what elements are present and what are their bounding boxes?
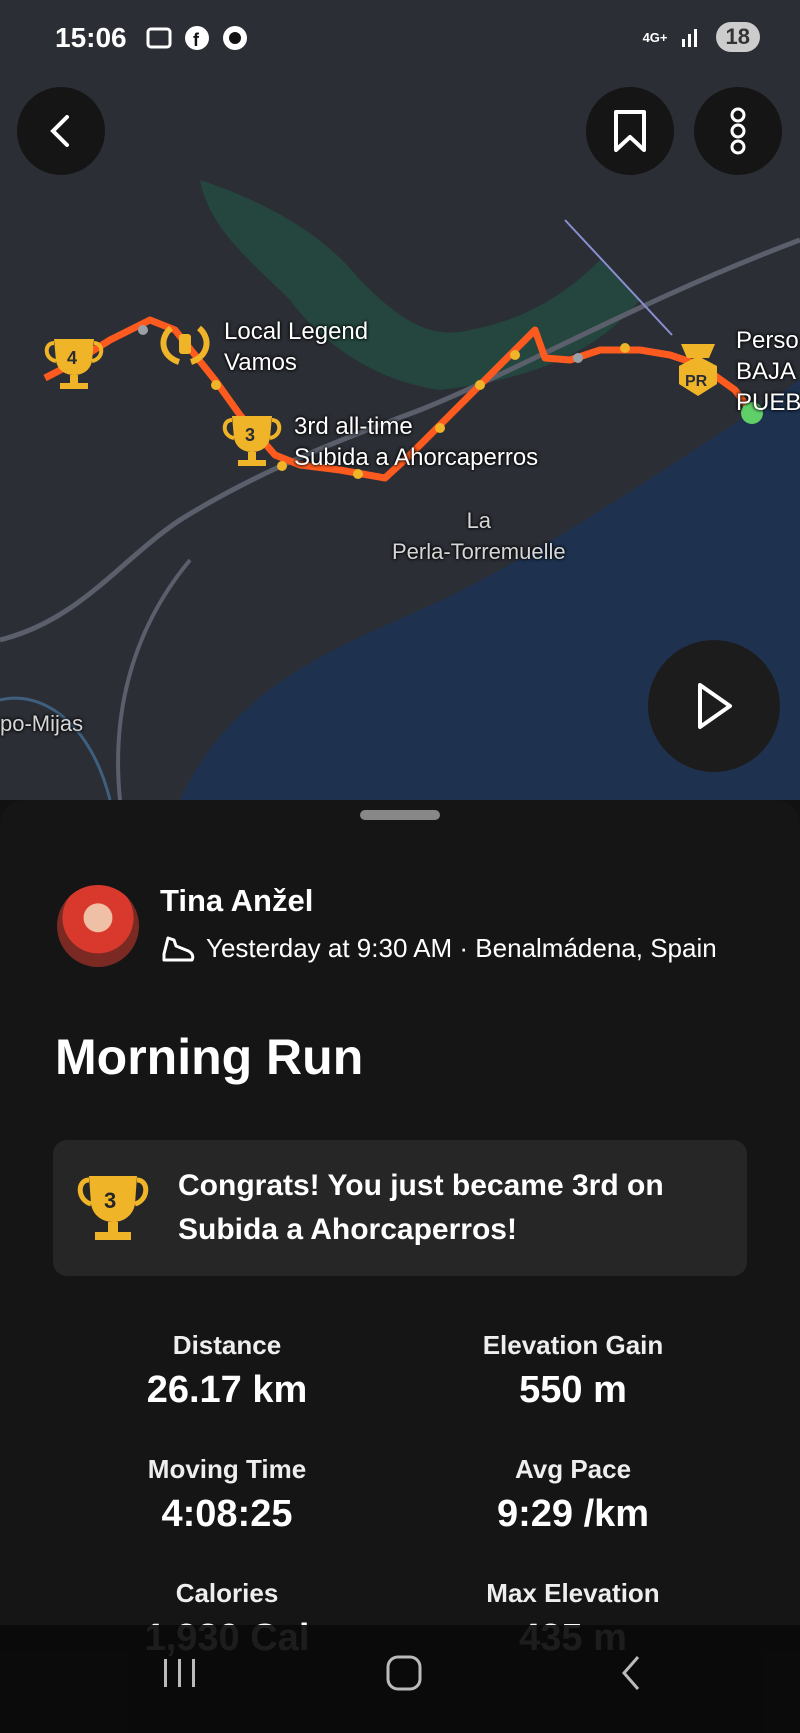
- stat-avg-pace: Avg Pace 9:29 /km: [496, 1454, 650, 1535]
- activity-sheet: Tina Anžel Yesterday at 9:30 AM · Benalm…: [0, 800, 800, 1733]
- running-shoe-icon: [162, 936, 195, 962]
- map-label-personal-record: Perso BAJA PUEB: [736, 327, 800, 416]
- screenshot-icon: [146, 27, 172, 49]
- svg-text:f: f: [193, 30, 200, 50]
- achievement-text: Congrats! You just became 3rd on Subida …: [178, 1169, 664, 1246]
- status-time: 15:06: [55, 22, 127, 53]
- play-flyover-button[interactable]: [648, 640, 780, 772]
- recent-apps-icon[interactable]: [160, 1653, 200, 1693]
- stat-elevation-gain: Elevation Gain 550 m: [482, 1330, 664, 1411]
- svg-text:4: 4: [67, 348, 77, 368]
- activity-meta: Yesterday at 9:30 AM · Benalmádena, Spai…: [160, 932, 717, 964]
- record-icon: [223, 26, 247, 50]
- back-nav-icon[interactable]: [612, 1653, 652, 1693]
- network-type: 4G+: [642, 29, 668, 45]
- activity-meta-text: Yesterday at 9:30 AM · Benalmádena, Spai…: [206, 932, 717, 963]
- local-legend-laurel-icon: [160, 325, 210, 365]
- activity-title: Morning Run: [55, 1029, 364, 1085]
- svg-text:PR: PR: [685, 373, 708, 390]
- trophy-rank4-icon: 4: [44, 339, 104, 389]
- bookmark-button[interactable]: [586, 87, 674, 175]
- facebook-icon: f: [185, 26, 209, 50]
- trophy-rank3-map-icon: 3: [222, 416, 282, 466]
- stat-distance: Distance 26.17 km: [146, 1330, 308, 1411]
- play-icon: [698, 683, 732, 729]
- chevron-left-icon: [50, 115, 69, 147]
- map-label-place-mijas: po-Mijas: [0, 711, 84, 736]
- system-nav-bar: [0, 1625, 800, 1733]
- bookmark-icon: [614, 110, 646, 152]
- signal-icon: [681, 29, 697, 47]
- stat-moving-time: Moving Time 4:08:25: [147, 1454, 307, 1535]
- status-bar: 15:06 f 4G+ 18: [0, 0, 800, 80]
- pr-medal-icon: PR: [679, 344, 717, 396]
- author-name[interactable]: Tina Anžel: [160, 883, 313, 919]
- map-label-local-legend: Local Legend Vamos: [224, 318, 369, 376]
- activity-map[interactable]: 15:06 f 4G+ 18 4 Local Legend Vamos 3 3r…: [0, 0, 800, 800]
- svg-text:3: 3: [104, 1188, 116, 1213]
- map-label-place-perla: La Perla-Torremuelle: [392, 508, 566, 564]
- avatar[interactable]: [57, 885, 139, 967]
- svg-text:3: 3: [245, 425, 255, 445]
- trophy-rank3-icon: 3: [77, 1176, 149, 1240]
- sheet-drag-handle[interactable]: [360, 810, 440, 820]
- map-label-segment-rank: 3rd all-time Subida a Ahorcaperros: [294, 413, 539, 471]
- battery-indicator: 18: [715, 22, 760, 52]
- more-options-button[interactable]: [694, 87, 782, 175]
- back-button[interactable]: [17, 87, 105, 175]
- home-icon[interactable]: [384, 1653, 424, 1693]
- more-vertical-icon: [730, 107, 746, 155]
- achievement-banner[interactable]: 3 Congrats! You just became 3rd on Subid…: [53, 1140, 747, 1276]
